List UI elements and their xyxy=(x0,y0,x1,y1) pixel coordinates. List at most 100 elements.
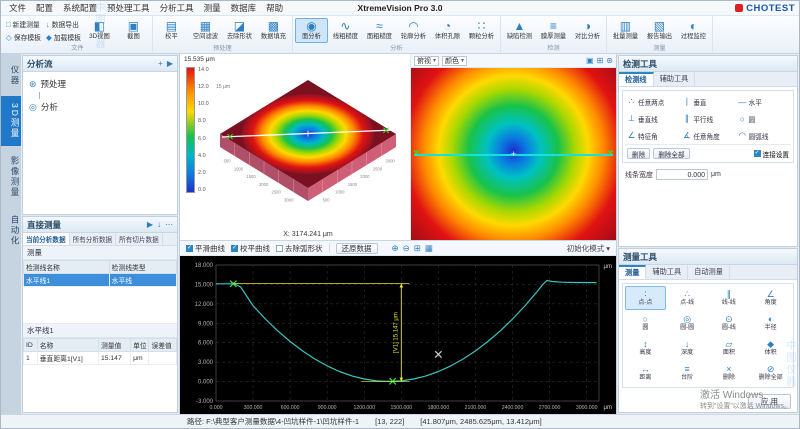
detect-tool-button[interactable]: ○圆 xyxy=(736,110,791,127)
ribbon-button[interactable]: ◠轮廓分析 xyxy=(397,18,430,42)
table-row[interactable]: 1垂直距离1[V1]15.147μm xyxy=(24,352,177,365)
line-endpoint-marker[interactable]: ✕ xyxy=(413,150,420,158)
ribbon-button[interactable]: ◆加载模板 xyxy=(45,32,82,42)
pan-icon[interactable]: ⊞ xyxy=(414,243,421,254)
height-icon: ↕ xyxy=(643,339,648,350)
capture-icon[interactable]: ▣ xyxy=(586,56,594,65)
measure-tool-button[interactable]: ↓深度 xyxy=(667,336,708,360)
ribbon-button[interactable]: ◐过程监控 xyxy=(677,18,710,42)
menu-item[interactable]: 配置 xyxy=(32,2,57,14)
topview-image[interactable]: ✕ ✕ + xyxy=(411,68,616,240)
line-width-input[interactable]: 0.000 xyxy=(656,169,708,180)
ribbon-button[interactable]: ▲缺陷检测 xyxy=(503,18,536,42)
measure-tools-tab[interactable]: 测量 xyxy=(619,265,646,279)
ribbon-button[interactable]: ▦空间滤波 xyxy=(189,18,222,42)
measure-tools-tab[interactable]: 辅助工具 xyxy=(646,265,688,279)
measure-tool-button[interactable]: ×删除 xyxy=(709,361,750,385)
menu-item[interactable]: 数据库 xyxy=(227,2,261,14)
measure-tool-button[interactable]: ○圆 xyxy=(625,311,666,335)
measure-tool-button[interactable]: ↔距离 xyxy=(625,361,666,385)
view-select[interactable]: 俯视 ▾ xyxy=(414,56,439,66)
side-tab[interactable]: 3D测量 xyxy=(1,96,21,146)
settings-icon[interactable]: ⊛ xyxy=(606,56,613,65)
ribbon-button[interactable]: ◪去除形状 xyxy=(223,18,256,42)
measure-tool-button[interactable]: ↕高度 xyxy=(625,336,666,360)
ribbon-button[interactable]: ▤校平 xyxy=(155,18,188,42)
detect-tool-button[interactable]: ―水平 xyxy=(736,93,791,110)
add-step-icon[interactable]: + xyxy=(158,59,163,68)
measure-tool-button[interactable]: ≡台阶 xyxy=(667,361,708,385)
side-tab[interactable]: 自动化 xyxy=(1,208,21,254)
export-icon[interactable]: ↓ xyxy=(157,220,161,229)
measure-tool-button[interactable]: ◆体积 xyxy=(750,336,791,360)
detect-tool-button[interactable]: ∠特征角 xyxy=(625,127,680,144)
menu-item[interactable]: 帮助 xyxy=(262,2,287,14)
flow-step[interactable]: ⊛预处理 xyxy=(29,76,171,92)
measure-tool-button[interactable]: ⊘删除全部 xyxy=(750,361,791,385)
measure-tool-button[interactable]: ∥线-线 xyxy=(709,286,750,310)
detect-tool-button[interactable]: ∴任意两点 xyxy=(625,93,680,110)
menu-item[interactable]: 预处理工具 xyxy=(103,2,154,14)
delete-all-button[interactable]: 删除全部 xyxy=(653,148,689,159)
menu-item[interactable]: 系统配置 xyxy=(59,2,101,14)
ribbon-button[interactable]: ▧报告输出 xyxy=(643,18,676,42)
zoom-in-icon[interactable]: ⊕ xyxy=(392,243,399,254)
measure-tool-button[interactable]: ∠角度 xyxy=(750,286,791,310)
detect-tools-tab[interactable]: 检测线 xyxy=(619,72,654,86)
measure-tool-button[interactable]: ∴点-线 xyxy=(667,286,708,310)
profile-toolbar-checkbox[interactable]: ✓平滑曲线 xyxy=(186,243,225,254)
data-tab[interactable]: 当前分析数据 xyxy=(23,233,70,245)
ribbon-button[interactable]: ▣截图 xyxy=(117,18,150,42)
ribbon-button[interactable]: ◇保存模板 xyxy=(5,32,42,42)
side-tab[interactable]: 影像测量 xyxy=(1,149,21,205)
run-measure-icon[interactable]: ▶ xyxy=(147,220,153,229)
color-select[interactable]: 颜色 ▾ xyxy=(442,56,467,66)
ribbon-button[interactable]: ◔体积孔隙 xyxy=(431,18,464,42)
menu-item[interactable]: 分析工具 xyxy=(156,2,198,14)
detect-tool-button[interactable]: ∥平行线 xyxy=(680,110,735,127)
ribbon-button[interactable]: ≈面粗糙度 xyxy=(363,18,396,42)
ribbon-button[interactable]: ◑对比分析 xyxy=(571,18,604,42)
profile-toolbar-checkbox[interactable]: 去除弧形状 xyxy=(276,243,323,254)
line-endpoint-marker[interactable]: ✕ xyxy=(607,150,614,158)
delete-button[interactable]: 删除 xyxy=(627,148,650,159)
table-row[interactable]: 水平线1水平线 xyxy=(24,274,177,287)
ribbon-button[interactable]: ∿线粗糙度 xyxy=(329,18,362,42)
detect-tool-button[interactable]: ◠圆弧线 xyxy=(736,127,791,144)
profile-toolbar-checkbox[interactable]: ✓校平曲线 xyxy=(231,243,270,254)
grid-icon[interactable]: ▦ xyxy=(425,243,433,254)
detect-tool-button[interactable]: ⊥垂直线 xyxy=(625,110,680,127)
ribbon-button[interactable]: ≡膜厚测量 xyxy=(537,18,570,42)
fit-view-icon[interactable]: ⊞ xyxy=(597,56,604,65)
more-icon[interactable]: ⋯ xyxy=(165,220,173,229)
ribbon-button[interactable]: ◉面分析 xyxy=(295,18,328,42)
measure-tools-tab[interactable]: 自动测量 xyxy=(688,265,730,279)
measure-tool-button[interactable]: ◐半径 xyxy=(750,311,791,335)
restore-data-button[interactable]: 还原数据 xyxy=(336,243,378,254)
ribbon-button[interactable]: ◧3D视图 xyxy=(83,18,116,42)
init-mode-select[interactable]: 初始化模式 ▾ xyxy=(567,243,610,254)
measure-tool-button[interactable]: ⊙圆-线 xyxy=(709,311,750,335)
detect-tool-button[interactable]: ∡任意角度 xyxy=(680,127,735,144)
zoom-out-icon[interactable]: ⊖ xyxy=(403,243,410,254)
measure-tool-button[interactable]: ◎圆-圆 xyxy=(667,311,708,335)
measure-tool-button[interactable]: ∶点-点 xyxy=(625,286,666,310)
flow-step[interactable]: ◎分析 xyxy=(29,99,171,115)
detect-tools-tab[interactable]: 辅助工具 xyxy=(654,72,696,86)
data-tab[interactable]: 所有切片数据 xyxy=(116,233,163,245)
ribbon-button[interactable]: □新建测量 xyxy=(5,19,42,29)
menu-item[interactable]: 文件 xyxy=(5,2,30,14)
menu-item[interactable]: 测量 xyxy=(200,2,225,14)
ribbon-button[interactable]: ▩数据填充 xyxy=(257,18,290,42)
ribbon-button[interactable]: ∷颗粒分析 xyxy=(465,18,498,42)
data-tab[interactable]: 所有分析数据 xyxy=(70,233,117,245)
side-tab[interactable]: 仪器 xyxy=(1,58,21,93)
ribbon-button[interactable]: ▥批量测量 xyxy=(609,18,642,42)
connect-settings-checkbox[interactable]: ✓ 连接设置 xyxy=(754,149,789,159)
ribbon-button[interactable]: ↓数据导出 xyxy=(45,19,82,29)
profile-chart[interactable]: -3.0000.0003.0006.0009.00012.00015.00018… xyxy=(180,256,616,414)
detect-tool-button[interactable]: ∣垂直 xyxy=(680,93,735,110)
run-flow-icon[interactable]: ▶ xyxy=(167,59,173,68)
view-3d[interactable]: 15.535 μm 14.012.010.08.06.04.02.00.0 50… xyxy=(180,54,410,240)
measure-tool-button[interactable]: ▱面积 xyxy=(709,336,750,360)
